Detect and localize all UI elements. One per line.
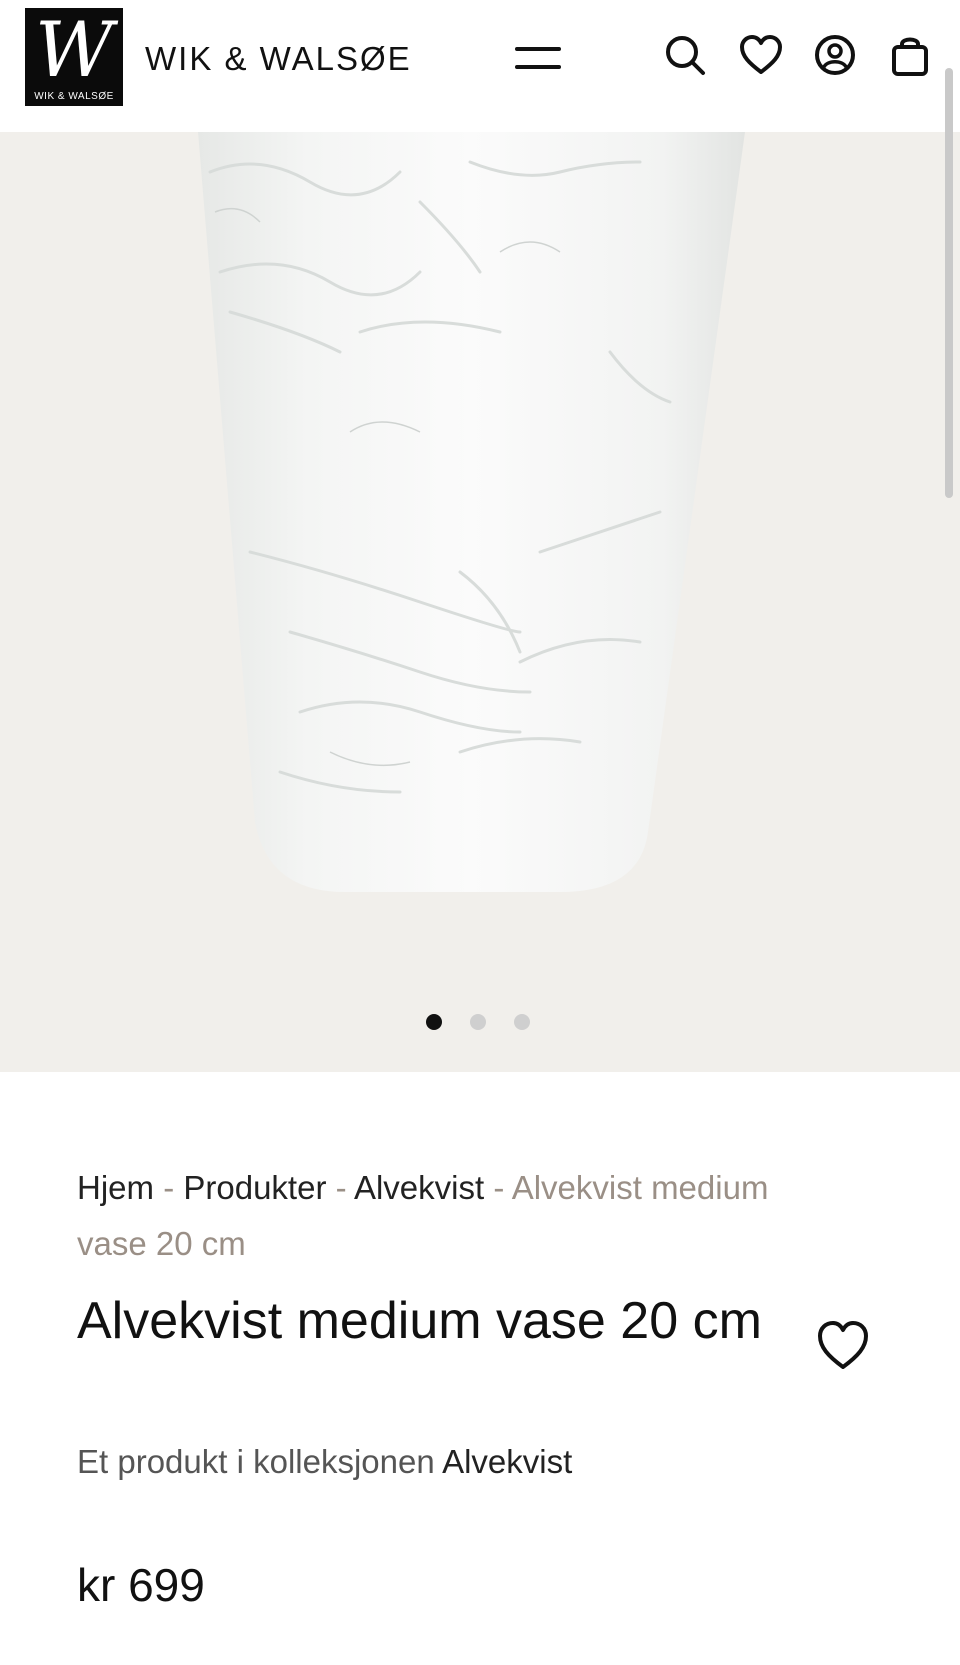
collection-prefix: Et produkt i kolleksjonen <box>77 1443 435 1480</box>
search-icon <box>666 36 705 75</box>
gallery-dot-1[interactable] <box>426 1014 442 1030</box>
breadcrumb: Hjem - Produkter - Alvekvist - Alvekvist… <box>77 1160 797 1272</box>
breadcrumb-item-hjem[interactable]: Hjem <box>77 1169 154 1206</box>
breadcrumb-separator: - <box>493 1169 505 1206</box>
menu-button[interactable] <box>515 44 561 72</box>
breadcrumb-item-produkter[interactable]: Produkter <box>183 1169 326 1206</box>
hamburger-icon <box>515 47 561 51</box>
brand-name[interactable]: WIK & WALSØE <box>145 40 412 78</box>
breadcrumb-item-alvekvist[interactable]: Alvekvist <box>354 1169 484 1206</box>
add-to-wishlist-button[interactable] <box>815 1318 871 1374</box>
cart-button[interactable] <box>888 33 932 77</box>
vase-image <box>198 132 745 892</box>
account-button[interactable] <box>813 33 857 77</box>
gallery-pagination <box>0 1014 960 1034</box>
user-icon <box>815 35 855 75</box>
breadcrumb-separator: - <box>163 1169 175 1206</box>
search-button[interactable] <box>663 33 707 77</box>
gallery-dot-2[interactable] <box>470 1014 486 1030</box>
product-collection: Et produkt i kolleksjonen Alvekvist <box>77 1443 572 1481</box>
logo-letter: W <box>34 5 114 94</box>
wishlist-button[interactable] <box>739 33 783 77</box>
breadcrumb-separator: - <box>335 1169 347 1206</box>
product-price: kr 699 <box>77 1559 205 1611</box>
heart-icon <box>818 1321 868 1369</box>
product-image[interactable] <box>0 132 960 1072</box>
scrollbar[interactable] <box>945 68 953 498</box>
collection-link[interactable]: Alvekvist <box>442 1443 572 1480</box>
logo-caption: WIK & WALSØE <box>34 91 114 102</box>
site-header: W WIK & WALSØE WIK & WALSØE <box>0 0 960 132</box>
shopping-bag-icon <box>892 37 928 76</box>
gallery-dot-3[interactable] <box>514 1014 530 1030</box>
heart-icon <box>740 35 782 74</box>
product-title: Alvekvist medium vase 20 cm <box>77 1292 762 1350</box>
logo[interactable]: W WIK & WALSØE <box>25 8 123 106</box>
